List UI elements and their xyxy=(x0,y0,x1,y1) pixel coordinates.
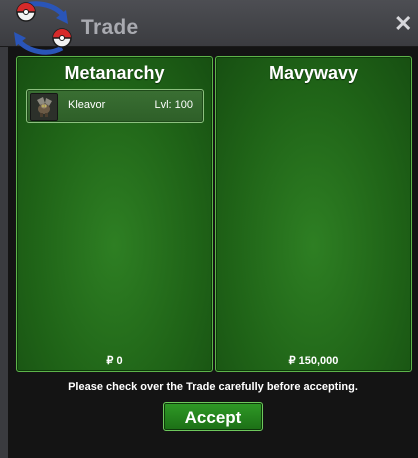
title-bar[interactable]: Trade ✕ xyxy=(0,0,418,55)
pokeball-swap-icon xyxy=(14,1,72,55)
window-title: Trade xyxy=(81,16,139,39)
window-left-edge xyxy=(0,0,8,458)
item-name: Kleavor xyxy=(68,99,106,111)
accept-button[interactable]: Accept xyxy=(163,402,263,431)
my-player-name: Metanarchy xyxy=(64,63,165,83)
trade-item-slot[interactable]: Kleavor Lvl: 100 xyxy=(26,89,204,123)
close-icon[interactable]: ✕ xyxy=(394,13,412,35)
partner-money-offer: ₽ 150,000 xyxy=(288,355,339,367)
partner-offer-panel: Mavywavy ₽ 150,000 xyxy=(215,56,412,372)
my-offer-panel: Metanarchy Kleavor Lvl: 100 ₽ 0 xyxy=(16,56,213,372)
partner-player-name: Mavywavy xyxy=(268,63,359,83)
kleavor-sprite-icon xyxy=(30,93,58,121)
trade-window: Trade ✕ Metanarchy Kleavor Lvl: 100 ₽ 0 … xyxy=(0,0,418,458)
item-level: Lvl: 100 xyxy=(154,99,193,111)
trade-notice: Please check over the Trade carefully be… xyxy=(68,381,358,393)
my-money-offer: ₽ 0 xyxy=(106,355,123,367)
